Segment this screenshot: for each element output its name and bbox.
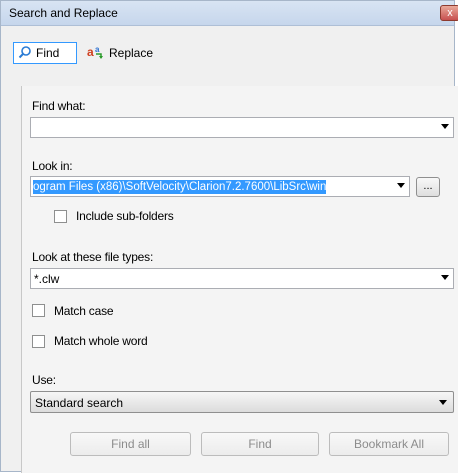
browse-button[interactable]: ... [416,177,440,197]
use-label: Use: [32,373,56,387]
chevron-down-icon [441,124,449,129]
look-in-label: Look in: [32,159,73,173]
file-types-label: Look at these file types: [32,250,154,264]
bookmark-all-button[interactable]: Bookmark All [329,432,449,456]
chevron-down-icon [439,400,447,405]
search-replace-window: Search and Replace x Find a a Replace Fi… [0,0,458,473]
match-whole-word-label: Match whole word [54,334,148,348]
svg-text:a: a [87,45,94,59]
look-in-value: ogram Files (x86)\SoftVelocity\Clarion7.… [33,180,327,194]
tab-find-label: Find [36,46,60,60]
match-whole-word-checkbox[interactable] [32,335,45,348]
search-mode-select[interactable]: Standard search [30,391,454,413]
window-title: Search and Replace [9,6,118,20]
look-in-combo[interactable]: ogram Files (x86)\SoftVelocity\Clarion7.… [30,176,410,197]
tab-replace[interactable]: a a Replace [83,42,157,64]
chevron-down-icon [441,275,449,280]
find-all-button[interactable]: Find all [70,432,191,456]
search-mode-value: Standard search [35,396,124,410]
tab-find[interactable]: Find [13,42,77,64]
svg-text:a: a [95,45,100,54]
include-subfolders-label: Include sub-folders [76,209,174,223]
match-case-label: Match case [54,304,114,318]
file-types-value: *.clw [34,272,60,286]
replace-icon: a a [87,44,105,63]
tab-replace-label: Replace [109,46,154,60]
find-what-combo[interactable] [30,117,454,138]
close-icon: x [447,7,453,19]
close-button[interactable]: x [440,5,458,21]
find-button[interactable]: Find [201,432,319,456]
include-subfolders-checkbox[interactable] [54,210,67,223]
chevron-down-icon [397,183,405,188]
title-bar: Search and Replace x [1,1,458,26]
find-what-label: Find what: [32,99,86,113]
file-types-combo[interactable]: *.clw [30,268,454,289]
tab-toolbar: Find a a Replace [1,26,454,86]
magnifier-icon [18,45,32,62]
match-case-checkbox[interactable] [32,304,45,317]
